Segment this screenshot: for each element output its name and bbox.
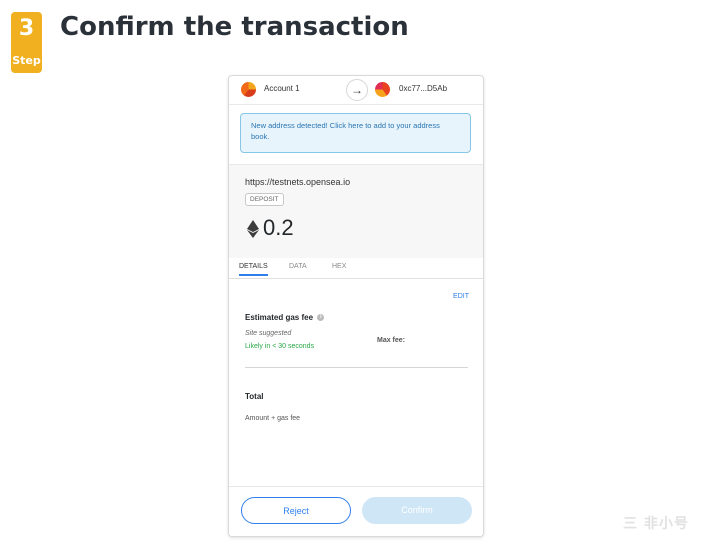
from-account-name[interactable]: Account 1 [264, 84, 300, 93]
to-address[interactable]: 0xc77...D5Ab [399, 84, 447, 93]
wallet-confirm-window: Account 1 → 0xc77...D5Ab New address det… [228, 75, 484, 537]
from-account-avatar [241, 82, 256, 97]
step-label: Step [12, 54, 41, 67]
origin-url: https://testnets.opensea.io [245, 177, 351, 187]
total-title: Total [245, 392, 264, 401]
likely-time-label: Likely in < 30 seconds [245, 343, 315, 350]
action-footer: Reject Confirm [229, 486, 483, 536]
reject-button[interactable]: Reject [241, 497, 351, 524]
step-badge: 3 Step [11, 12, 42, 73]
page-title: Confirm the transaction [60, 12, 409, 42]
divider [245, 367, 468, 368]
new-address-notice[interactable]: New address detected! Click here to add … [240, 113, 471, 153]
gas-fee-label: Estimated gas fee [245, 313, 314, 322]
site-suggested-label: Site suggested [245, 330, 292, 337]
total-subtitle: Amount + gas fee [245, 415, 301, 422]
max-fee-label: Max fee: [377, 337, 406, 344]
gas-fee-title: Estimated gas fee i [245, 313, 325, 322]
detail-tabs: DETAILS DATA HEX [229, 258, 483, 279]
confirm-button[interactable]: Confirm [362, 497, 472, 524]
details-panel: EDIT Estimated gas fee i Site suggested … [229, 279, 483, 484]
to-account-avatar [375, 82, 390, 97]
method-chip: DEPOSIT [245, 193, 284, 206]
watermark-logo: 三 非小号 [623, 516, 689, 532]
tab-details[interactable]: DETAILS [239, 263, 268, 276]
transaction-amount: 0.2 [263, 215, 294, 240]
tab-hex[interactable]: HEX [332, 263, 346, 270]
edit-button[interactable]: EDIT [453, 293, 469, 300]
step-number: 3 [18, 16, 35, 41]
account-bar: Account 1 → 0xc77...D5Ab [229, 76, 483, 105]
info-icon[interactable]: i [317, 314, 325, 322]
eth-diamond-icon [247, 220, 259, 238]
tab-data[interactable]: DATA [289, 263, 307, 270]
arrow-right-icon: → [346, 79, 368, 101]
